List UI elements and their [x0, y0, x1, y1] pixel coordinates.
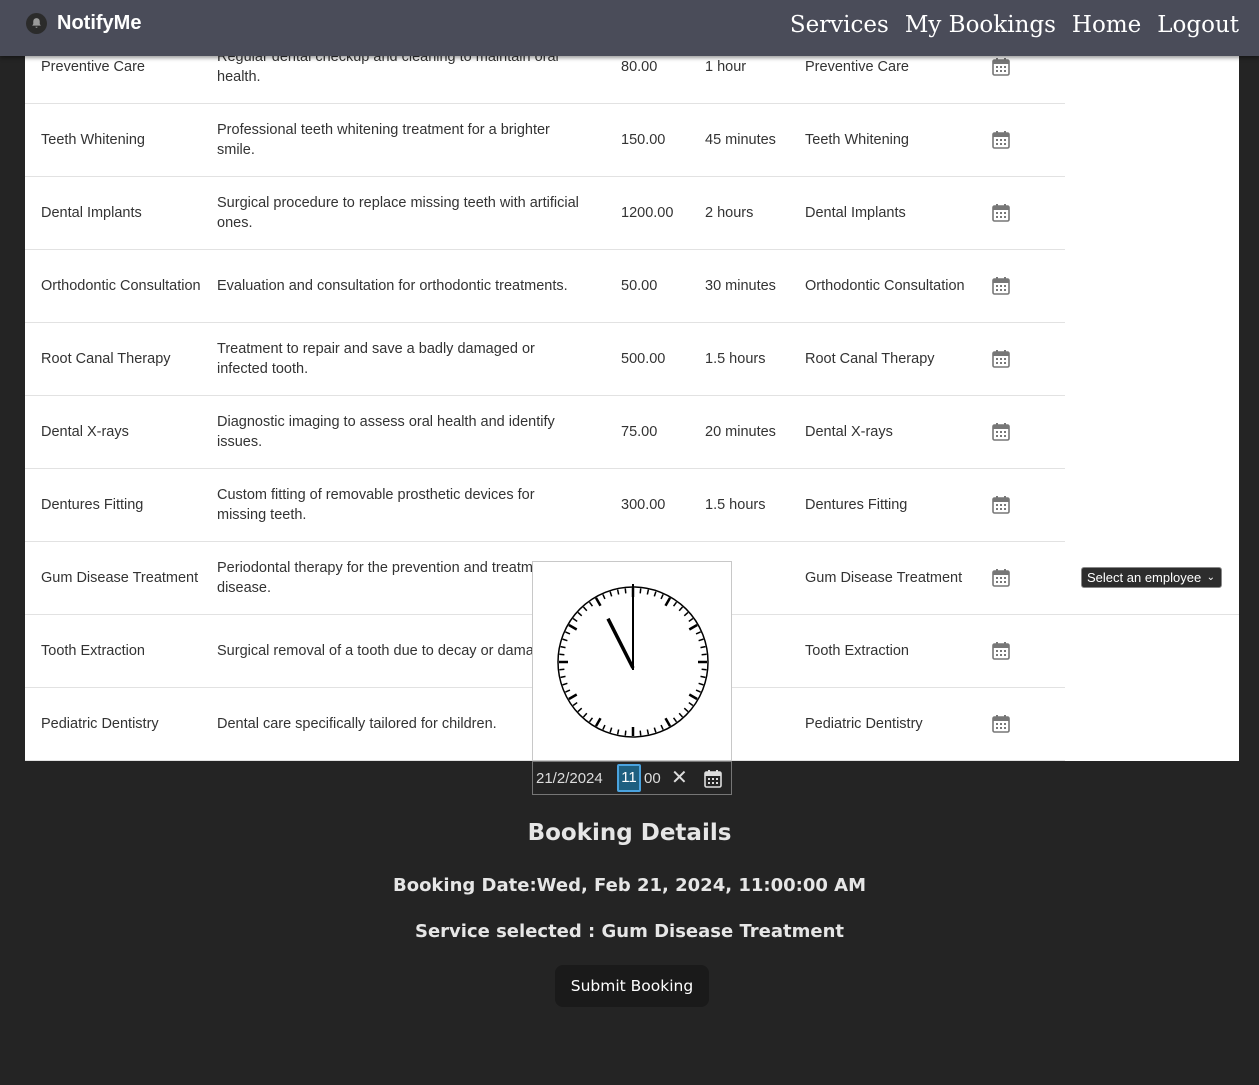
table-row: Root Canal Therapy Treatment to repair an… — [25, 323, 1065, 396]
service-duration: 20 minutes — [705, 424, 776, 440]
row-divider — [1065, 614, 1239, 615]
service-price: 80.00 — [621, 59, 658, 75]
table-row: Teeth Whitening Professional teeth whiten… — [25, 104, 1065, 177]
bell-icon — [26, 13, 47, 34]
service-duration: 1.5 hours — [705, 351, 766, 367]
service-price: 300.00 — [621, 497, 666, 513]
service-description: Professional teeth whitening treatment f… — [217, 122, 550, 158]
service-description: Surgical procedure to replace missing te… — [217, 195, 579, 231]
clear-icon[interactable]: ✕ — [671, 765, 688, 790]
booking-datetime-input[interactable]: 21/2/2024 11 00 ✕ — [532, 761, 732, 795]
service-category: Dental X-rays — [805, 424, 893, 440]
top-navbar: NotifyMe Services My Bookings Home Logou… — [0, 0, 1259, 56]
service-name: Preventive Care — [41, 59, 145, 75]
service-price: 75.00 — [621, 424, 658, 440]
nav-my-bookings[interactable]: My Bookings — [905, 9, 1056, 41]
calendar-icon[interactable] — [991, 130, 1011, 150]
calendar-icon[interactable] — [991, 495, 1011, 515]
clock-tick — [559, 668, 565, 671]
calendar-icon[interactable] — [703, 769, 723, 789]
nav-logout[interactable]: Logout — [1157, 9, 1239, 41]
service-category: Root Canal Therapy — [805, 351, 935, 367]
service-name: Pediatric Dentistry — [41, 716, 159, 732]
table-row: Dentures Fitting Custom fitting of remova… — [25, 469, 1065, 542]
service-category: Dentures Fitting — [805, 497, 908, 513]
service-price: 50.00 — [621, 278, 658, 294]
table-row: Preventive Care Regular dental checkup an… — [25, 56, 1065, 104]
submit-booking-button[interactable]: Submit Booking — [555, 965, 709, 1007]
booking-details-title: Booking Details — [527, 820, 732, 846]
calendar-icon[interactable] — [991, 568, 1011, 588]
service-duration: 45 minutes — [705, 132, 776, 148]
clock-tick — [560, 645, 566, 649]
service-price: 150.00 — [621, 132, 666, 148]
clock-tick — [616, 729, 620, 735]
service-name: Gum Disease Treatment — [41, 570, 199, 586]
calendar-icon[interactable] — [991, 422, 1011, 442]
service-name: Dentures Fitting — [41, 497, 144, 513]
clock-tick — [700, 675, 706, 679]
service-name: Orthodontic Consultation — [41, 278, 201, 294]
chevron-down-icon: ⌄ — [1206, 572, 1215, 583]
service-description: Treatment to repair and save a badly dam… — [217, 341, 535, 377]
service-duration: 30 minutes — [705, 278, 776, 294]
table-row: Dental X-rays Diagnostic imaging to asses… — [25, 396, 1065, 469]
service-description: Custom fitting of removable prosthetic d… — [217, 487, 535, 523]
clock-tick — [639, 588, 642, 594]
service-name: Teeth Whitening — [41, 132, 145, 148]
minute-segment[interactable]: 00 — [644, 770, 661, 787]
calendar-icon[interactable] — [991, 349, 1011, 369]
nav-home[interactable]: Home — [1072, 9, 1141, 41]
service-duration: 2 hours — [705, 205, 754, 221]
service-name: Root Canal Therapy — [41, 351, 171, 367]
service-name: Dental Implants — [41, 205, 142, 221]
brand-name: NotifyMe — [57, 12, 142, 34]
nav-services[interactable]: Services — [790, 9, 889, 41]
employee-select[interactable]: Select an employee ⌄ — [1081, 567, 1222, 588]
clock-tick — [616, 589, 620, 595]
service-category: Gum Disease Treatment — [805, 570, 963, 586]
clock-tick — [639, 730, 642, 736]
calendar-icon[interactable] — [991, 276, 1011, 296]
service-category: Tooth Extraction — [805, 643, 909, 659]
service-description: Regular dental checkup and cleaning to m… — [217, 56, 559, 85]
clock-tick — [701, 653, 707, 656]
date-segment[interactable]: 21/2/2024 — [536, 770, 603, 787]
hour-segment[interactable]: 11 — [617, 764, 641, 792]
service-name: Tooth Extraction — [41, 643, 145, 659]
nav-links: Services My Bookings Home Logout — [774, 9, 1239, 41]
service-category: Dental Implants — [805, 205, 906, 221]
clock-tick — [701, 668, 707, 671]
service-description: Evaluation and consultation for orthodon… — [217, 278, 568, 294]
calendar-icon[interactable] — [991, 203, 1011, 223]
brand[interactable]: NotifyMe — [26, 12, 141, 35]
employee-select-value: Select an employee — [1087, 570, 1202, 585]
service-selected: Service selected : Gum Disease Treatment — [415, 921, 844, 942]
service-duration: 1 hour — [705, 59, 747, 75]
clock-face[interactable] — [533, 562, 731, 760]
service-name: Dental X-rays — [41, 424, 129, 440]
clock-tick — [700, 645, 706, 649]
time-picker-clock[interactable] — [532, 561, 732, 761]
table-row: Dental Implants Surgical procedure to rep… — [25, 177, 1065, 250]
service-category: Teeth Whitening — [805, 132, 909, 148]
clock-tick — [624, 588, 627, 594]
calendar-icon[interactable] — [991, 714, 1011, 734]
table-row: Orthodontic Consultation Evaluation and c… — [25, 250, 1065, 323]
service-price: 1200.00 — [621, 205, 674, 221]
service-price: 500.00 — [621, 351, 666, 367]
service-category: Preventive Care — [805, 59, 909, 75]
calendar-icon[interactable] — [991, 641, 1011, 661]
clock-tick — [624, 730, 627, 736]
service-category: Pediatric Dentistry — [805, 716, 923, 732]
clock-tick — [646, 589, 650, 595]
service-duration: 1.5 hours — [705, 497, 766, 513]
calendar-icon[interactable] — [991, 57, 1011, 77]
service-description: Diagnostic imaging to assess oral health… — [217, 414, 555, 450]
clock-tick — [559, 653, 565, 656]
clock-tick — [646, 729, 650, 735]
clock-tick — [560, 675, 566, 679]
service-category: Orthodontic Consultation — [805, 278, 965, 294]
booking-date: Booking Date:Wed, Feb 21, 2024, 11:00:00… — [392, 875, 866, 896]
